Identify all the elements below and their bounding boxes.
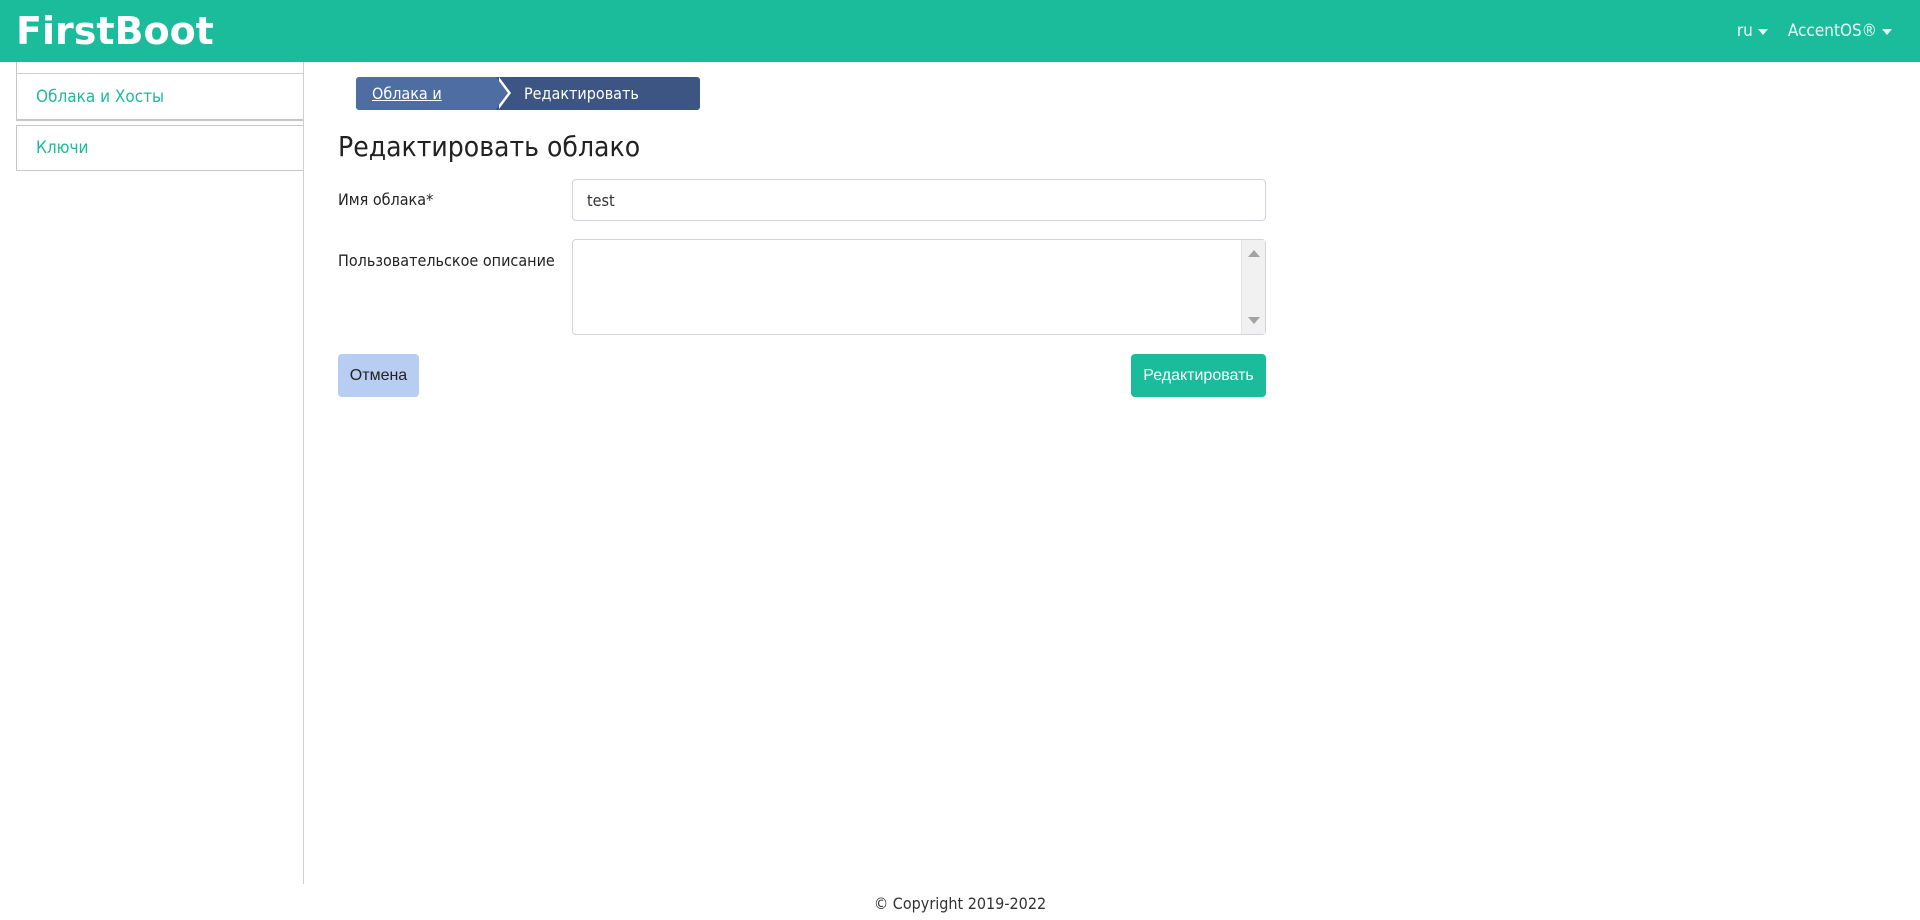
description-textarea[interactable] [572, 239, 1266, 335]
sidebar-item-keys[interactable]: Ключи [16, 125, 303, 171]
chevron-down-icon [1757, 29, 1768, 35]
scroll-up-icon[interactable] [1248, 250, 1260, 257]
user-label: AccentOS® [1787, 21, 1877, 41]
edit-submit-button[interactable]: Редактировать [1131, 354, 1266, 397]
cloud-name-input[interactable] [572, 179, 1266, 221]
page-title: Редактировать облако [338, 130, 641, 163]
textarea-scrollbar[interactable] [1241, 240, 1265, 334]
description-label: Пользовательское описание [338, 251, 555, 270]
cancel-button[interactable]: Отмена [338, 354, 419, 397]
sidebar-item-clouds-hosts[interactable]: Облака и Хосты [16, 73, 303, 121]
language-label: ru [1736, 21, 1753, 41]
top-navbar: FirstBoot ru AccentOS® [0, 0, 1920, 62]
breadcrumb: Облака и Хосты Редактировать облако [356, 77, 700, 136]
breadcrumb-link-clouds-hosts[interactable]: Облака и Хосты [356, 77, 511, 136]
sidebar: Облака и Хосты Ключи [0, 62, 304, 884]
chevron-down-icon [1882, 29, 1892, 35]
cloud-name-label: Имя облака* [338, 190, 434, 209]
brand-logo[interactable]: FirstBoot [16, 8, 214, 54]
top-nav-menu: ru AccentOS® [1737, 0, 1892, 62]
language-dropdown[interactable]: ru [1737, 21, 1768, 41]
scroll-down-icon[interactable] [1248, 317, 1260, 324]
footer-copyright: © Copyright 2019-2022 [873, 894, 1047, 913]
user-dropdown[interactable]: AccentOS® [1788, 21, 1892, 41]
breadcrumb-current: Редактировать облако [496, 77, 700, 136]
